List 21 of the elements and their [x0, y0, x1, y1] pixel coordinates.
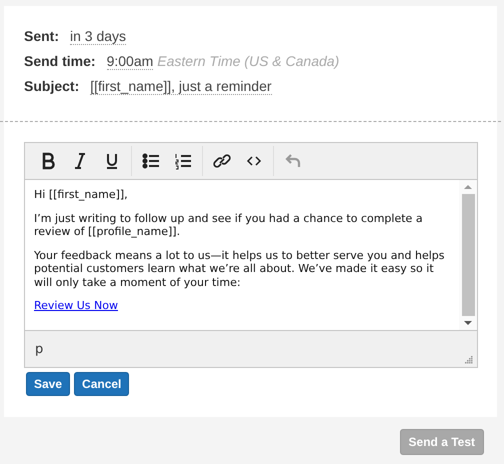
undo-icon	[284, 152, 302, 170]
resize-handle-icon[interactable]	[463, 354, 473, 364]
email-paragraph: I’m just writing to follow up and see if you had a chance to complete a review of [[profile_name]].	[34, 212, 424, 238]
save-button[interactable]: Save	[26, 372, 70, 396]
email-paragraph: Your feedback means a lot to us—it helps us to better serve you and helps potential customers learn what we’re all about. We’ve made it easy so it will only take a moment of your time:	[34, 248, 446, 289]
link-icon	[213, 152, 231, 170]
email-paragraph: Hi [[first_name]],	[34, 188, 129, 202]
review-link[interactable]: Review Us Now	[34, 299, 118, 312]
rich-text-editor[interactable]	[24, 142, 478, 368]
scrollbar[interactable]	[459, 180, 477, 330]
field-label: Subject:	[24, 78, 80, 94]
field-value[interactable]: in 3 days	[70, 28, 126, 45]
cancel-button[interactable]: Cancel	[74, 372, 130, 396]
field-value[interactable]: 9:00am	[106, 53, 154, 70]
field-label: Sent:	[24, 28, 59, 44]
bulleted-list-icon	[142, 152, 160, 170]
timezone-note: Eastern Time (US & Canada)	[157, 53, 340, 69]
field-label: Send time:	[24, 53, 96, 69]
field-value[interactable]: [[first_name]], just a reminder	[90, 78, 272, 95]
numbered-list-icon	[174, 152, 192, 170]
element-path: p	[35, 342, 44, 356]
